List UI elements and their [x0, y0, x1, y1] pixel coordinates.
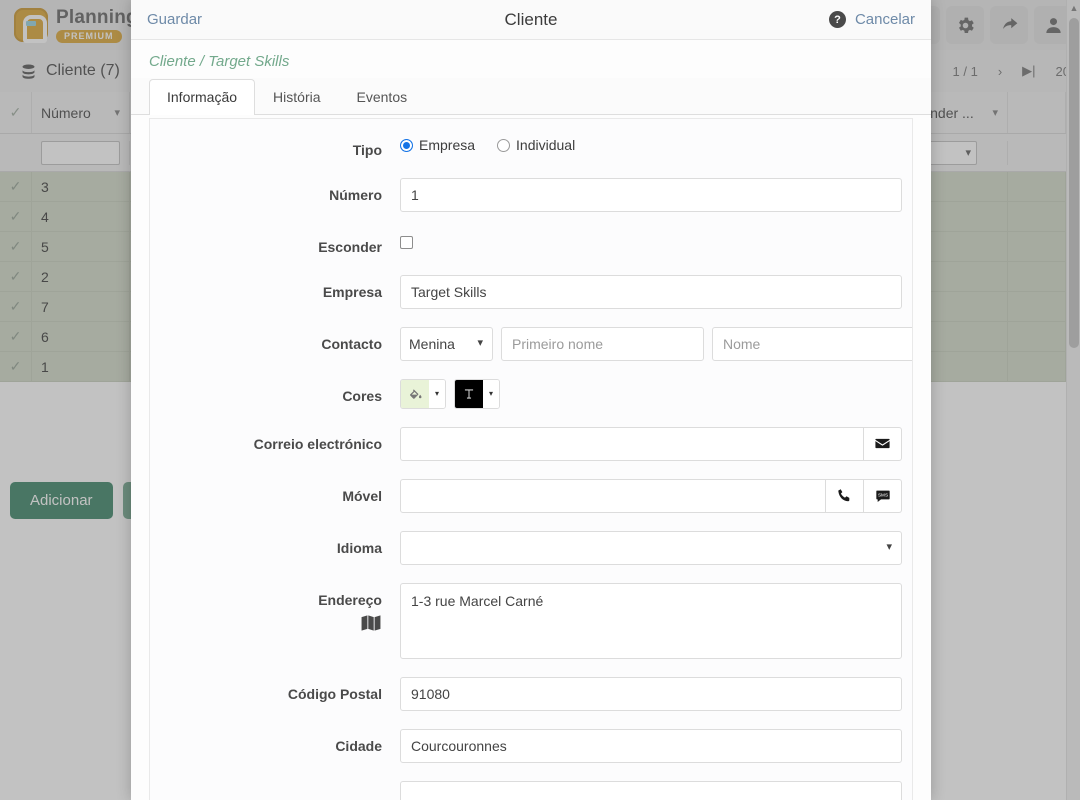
label-empresa: Empresa — [322, 283, 382, 300]
label-esconder: Esconder — [318, 238, 382, 255]
map-icon[interactable] — [360, 614, 382, 632]
svg-text:SMS: SMS — [877, 492, 887, 497]
field-row-email: Correio electrónico — [150, 426, 912, 461]
numero-input[interactable] — [400, 177, 902, 212]
sms-icon[interactable]: SMS — [864, 478, 902, 513]
field-row-codigo-postal: Código Postal — [150, 676, 912, 711]
label-contacto: Contacto — [321, 335, 382, 352]
client-form: Tipo Empresa Individual Número 1 Esconde… — [149, 118, 913, 800]
text-color-icon[interactable] — [455, 379, 483, 408]
paint-bucket-icon[interactable] — [401, 379, 429, 408]
radio-empresa-label: Empresa — [419, 137, 476, 153]
label-numero: Número — [329, 186, 382, 203]
empresa-input[interactable] — [400, 274, 902, 309]
field-row-idioma: Idioma ▾ — [150, 530, 912, 565]
field-row-tipo: Tipo Empresa Individual — [150, 133, 912, 160]
radio-empresa-icon[interactable] — [400, 138, 413, 152]
tab-informacao[interactable]: Informação — [149, 79, 256, 115]
label-movel: Móvel — [342, 487, 382, 504]
label-tipo: Tipo — [352, 142, 382, 158]
radio-option-individual[interactable]: Individual — [497, 137, 575, 153]
field-row-cidade: Cidade — [150, 728, 912, 763]
label-next-partial — [150, 781, 400, 789]
radio-group-tipo: Empresa Individual — [400, 133, 589, 153]
field-row-empresa: Empresa — [150, 274, 912, 309]
contacto-first-name-input[interactable] — [501, 326, 704, 361]
label-cidade: Cidade — [335, 737, 382, 754]
next-partial-input[interactable] — [400, 780, 902, 800]
help-circle-icon[interactable]: ? — [828, 11, 846, 28]
modal-header-right: ? Cancelar — [828, 11, 915, 28]
contacto-title-select[interactable]: Menina — [400, 326, 493, 361]
tab-eventos[interactable]: Eventos — [339, 79, 426, 115]
field-row-numero: Número — [150, 177, 912, 212]
idioma-select[interactable] — [400, 530, 902, 565]
label-cores: Cores — [342, 387, 382, 404]
field-row-movel: Móvel SMS — [150, 478, 912, 513]
fill-color-caret-icon[interactable]: ▾ — [429, 379, 445, 408]
movel-input[interactable] — [400, 478, 826, 513]
modal-tabs: Informação História Eventos — [131, 78, 931, 115]
field-row-cores: Cores ▾ ▾ — [150, 378, 912, 409]
field-row-contacto: Contacto Menina ▾ — [150, 326, 912, 361]
fill-color-picker[interactable]: ▾ — [400, 378, 446, 409]
radio-individual-label: Individual — [516, 137, 576, 153]
contacto-last-name-input[interactable] — [712, 326, 912, 361]
label-endereco: Endereço — [318, 591, 382, 608]
label-codigo-postal: Código Postal — [287, 685, 382, 702]
save-button[interactable]: Guardar — [147, 11, 202, 28]
cancel-button[interactable]: Cancelar — [855, 11, 915, 28]
radio-option-empresa[interactable]: Empresa — [400, 137, 475, 153]
label-idioma: Idioma — [336, 539, 382, 556]
text-color-picker[interactable]: ▾ — [454, 378, 500, 409]
email-input[interactable] — [400, 426, 864, 461]
field-row-esconder: Esconder — [150, 230, 912, 257]
modal-title: Cliente — [504, 9, 558, 29]
phone-icon[interactable] — [826, 478, 864, 513]
label-email: Correio electrónico — [253, 435, 382, 452]
modal-breadcrumb: Cliente / Target Skills — [149, 53, 290, 70]
text-color-caret-icon[interactable]: ▾ — [483, 379, 499, 408]
field-row-endereco: Endereço 1-3 rue Marcel Carné — [150, 582, 912, 659]
cidade-input[interactable] — [400, 728, 902, 763]
field-row-next-partial — [150, 780, 912, 800]
codigo-postal-input[interactable] — [400, 676, 902, 711]
client-modal: Guardar Cliente ? Cancelar Cliente / Tar… — [131, 0, 931, 800]
modal-header: Guardar Cliente ? Cancelar — [131, 0, 931, 40]
endereco-textarea[interactable]: 1-3 rue Marcel Carné — [400, 582, 902, 659]
tab-historia[interactable]: História — [255, 79, 338, 115]
esconder-checkbox[interactable] — [400, 235, 413, 249]
radio-individual-icon[interactable] — [497, 138, 511, 152]
label-endereco-wrap: Endereço — [150, 583, 400, 632]
envelope-icon[interactable] — [864, 426, 902, 461]
